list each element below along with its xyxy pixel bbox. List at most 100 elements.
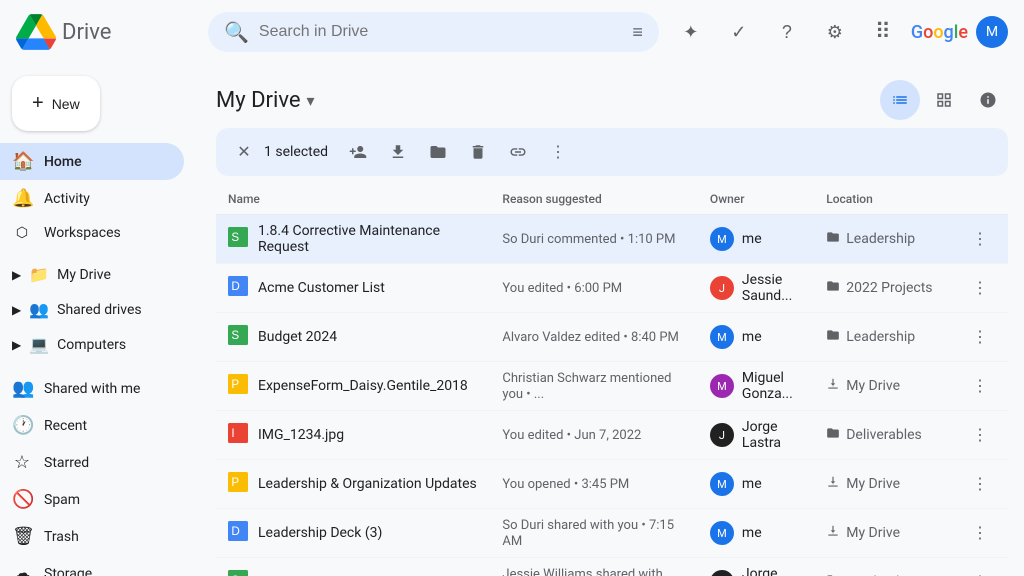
row-more-button[interactable]: ⋮ <box>964 517 996 549</box>
file-name-text: Budget 2024 <box>258 329 337 345</box>
row-more-button[interactable]: ⋮ <box>964 321 996 353</box>
info-button[interactable] <box>968 80 1008 120</box>
header-actions <box>880 80 1008 120</box>
new-button[interactable]: + New <box>12 76 100 131</box>
table-row[interactable]: I IMG_1234.jpg You edited • Jun 7, 2022 … <box>216 411 1008 460</box>
organize-button[interactable] <box>420 134 456 170</box>
sidebar-item-workspaces[interactable]: ⬡ Workspaces <box>0 217 184 249</box>
search-bar[interactable]: 🔍 ≡ <box>208 12 659 52</box>
row-actions-cell: ⋮ <box>952 313 1008 362</box>
drive-logo-icon <box>16 12 56 52</box>
chevron-icon-computers: ▶ <box>12 338 21 352</box>
sidebar-item-trash[interactable]: 🗑 Trash <box>0 518 184 555</box>
drive-title[interactable]: My Drive ▾ <box>216 88 315 113</box>
row-more-button[interactable]: ⋮ <box>964 468 996 500</box>
svg-text:S: S <box>231 329 239 342</box>
owner-name: Jorge Lastra <box>742 419 802 451</box>
list-view-button[interactable] <box>880 80 920 120</box>
selected-count-label: 1 selected <box>264 144 328 160</box>
location-cell: My Drive <box>814 362 952 411</box>
reason-cell: Jessie Williams shared with you • ... <box>490 558 698 576</box>
sidebar: + New 🏠 Home 🔔 Activity ⬡ Workspaces ▶ 📁… <box>0 64 200 576</box>
folder-my-drive-icon: 📁 <box>29 265 49 284</box>
table-row[interactable]: S Meeting Notes Jessie Williams shared w… <box>216 558 1008 576</box>
activity-icon: 🔔 <box>12 188 32 209</box>
reason-text: You opened • 3:45 PM <box>502 477 629 492</box>
owner-avatar: M <box>710 472 734 496</box>
sidebar-item-my-drive[interactable]: ▶ 📁 My Drive <box>0 257 200 292</box>
table-row[interactable]: S 1.8.4 Corrective Maintenance Request S… <box>216 215 1008 264</box>
reason-text: So Duri shared with you • 7:15 AM <box>502 518 674 549</box>
row-more-button[interactable]: ⋮ <box>964 223 996 255</box>
sidebar-item-shared-drives[interactable]: ▶ 👥 Shared drives <box>0 292 200 327</box>
gemini-button[interactable]: ✦ <box>671 12 711 52</box>
svg-text:S: S <box>231 231 239 244</box>
row-more-button[interactable]: ⋮ <box>964 272 996 304</box>
file-name-text: ExpenseForm_Daisy.Gentile_2018 <box>258 378 468 394</box>
row-actions-cell: ⋮ <box>952 264 1008 313</box>
location-name: Deliverables <box>846 427 922 443</box>
location-cell: 2022 Projects <box>814 264 952 313</box>
sidebar-item-home[interactable]: 🏠 Home <box>0 143 184 180</box>
shared-icon: 👥 <box>12 378 32 399</box>
tasks-button[interactable]: ✓ <box>719 12 759 52</box>
file-name-cell: D Acme Customer List <box>216 264 490 313</box>
file-name-text: Leadership & Organization Updates <box>258 476 477 492</box>
remove-button[interactable] <box>460 134 496 170</box>
sidebar-item-shared-with-me[interactable]: 👥 Shared with me <box>0 370 184 407</box>
file-type-icon: P <box>228 472 248 496</box>
user-avatar[interactable]: M <box>976 16 1008 48</box>
deselect-button[interactable]: ✕ <box>228 136 260 168</box>
sidebar-item-storage[interactable]: ☁ Storage <box>0 555 184 576</box>
owner-avatar: M <box>710 374 734 398</box>
content-header: My Drive ▾ <box>216 64 1008 128</box>
location-folder-icon <box>826 377 840 395</box>
help-button[interactable]: ? <box>767 12 807 52</box>
more-actions-button[interactable]: ⋮ <box>540 134 576 170</box>
table-row[interactable]: P ExpenseForm_Daisy.Gentile_2018 Christi… <box>216 362 1008 411</box>
file-type-icon: S <box>228 227 248 251</box>
sidebar-item-computers[interactable]: ▶ 💻 Computers <box>0 327 200 362</box>
owner-cell: M Miguel Gonza... <box>698 362 814 411</box>
tune-icon[interactable]: ≡ <box>632 22 643 43</box>
svg-text:P: P <box>231 476 239 489</box>
owner-name: Miguel Gonza... <box>742 370 802 402</box>
table-row[interactable]: D Leadership Deck (3) So Duri shared wit… <box>216 509 1008 558</box>
grid-view-button[interactable] <box>924 80 964 120</box>
reason-cell: You edited • Jun 7, 2022 <box>490 411 698 460</box>
table-row[interactable]: P Leadership & Organization Updates You … <box>216 460 1008 509</box>
dropdown-arrow-icon[interactable]: ▾ <box>307 91 315 110</box>
file-name-cell: P Leadership & Organization Updates <box>216 460 490 509</box>
workspaces-icon: ⬡ <box>12 225 32 241</box>
shared-drives-icon: 👥 <box>29 300 49 319</box>
copy-link-button[interactable] <box>500 134 536 170</box>
trash-icon: 🗑 <box>12 526 32 547</box>
location-cell: Leadership <box>814 215 952 264</box>
sidebar-item-activity-label: Activity <box>44 191 90 207</box>
file-name-cell: I IMG_1234.jpg <box>216 411 490 460</box>
owner-cell: M me <box>698 215 814 264</box>
row-more-button[interactable]: ⋮ <box>964 566 996 576</box>
name-column-header: Name <box>216 184 490 215</box>
location-cell: Leadership <box>814 558 952 576</box>
sidebar-item-spam[interactable]: 🚫 Spam <box>0 481 184 518</box>
row-more-button[interactable]: ⋮ <box>964 419 996 451</box>
table-row[interactable]: D Acme Customer List You edited • 6:00 P… <box>216 264 1008 313</box>
sidebar-item-home-label: Home <box>44 154 82 170</box>
location-cell: Deliverables <box>814 411 952 460</box>
sidebar-item-starred[interactable]: ☆ Starred <box>0 444 184 481</box>
search-input[interactable] <box>259 23 622 41</box>
table-header: Name Reason suggested Owner Location <box>216 184 1008 215</box>
table-row[interactable]: S Budget 2024 Alvaro Valdez edited • 8:4… <box>216 313 1008 362</box>
apps-button[interactable]: ⠿ <box>863 12 903 52</box>
sidebar-item-activity[interactable]: 🔔 Activity <box>0 180 184 217</box>
svg-text:P: P <box>231 378 239 391</box>
settings-button[interactable]: ⚙ <box>815 12 855 52</box>
owner-avatar: M <box>710 227 734 251</box>
row-more-button[interactable]: ⋮ <box>964 370 996 402</box>
reason-cell: Christian Schwarz mentioned you • ... <box>490 362 698 411</box>
topbar: Drive 🔍 ≡ ✦ ✓ ? ⚙ ⠿ Google M <box>0 0 1024 64</box>
share-button[interactable] <box>340 134 376 170</box>
download-button[interactable] <box>380 134 416 170</box>
sidebar-item-recent[interactable]: 🕐 Recent <box>0 407 184 444</box>
